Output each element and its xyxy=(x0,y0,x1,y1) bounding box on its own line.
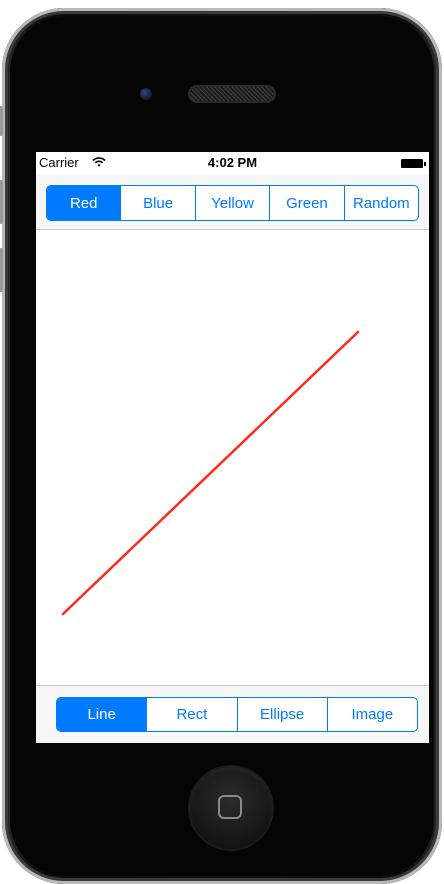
status-bar: Carrier 4:02 PM xyxy=(36,152,429,174)
segment-color-red[interactable]: Red xyxy=(47,186,121,220)
shape-segmented-control: Line Rect Ellipse Image xyxy=(56,697,418,732)
color-segmented-control: Red Blue Yellow Green Random xyxy=(46,185,419,221)
front-camera-icon xyxy=(140,88,152,100)
segment-color-yellow[interactable]: Yellow xyxy=(194,186,269,220)
home-square-icon xyxy=(218,795,242,819)
mute-switch xyxy=(0,106,3,136)
volume-up-button xyxy=(0,180,3,224)
earpiece-speaker xyxy=(190,87,274,101)
segment-shape-image[interactable]: Image xyxy=(326,698,417,731)
segment-color-random[interactable]: Random xyxy=(343,186,418,220)
drawing-canvas[interactable] xyxy=(36,230,429,685)
battery-icon xyxy=(401,159,426,168)
segment-shape-rect[interactable]: Rect xyxy=(146,698,236,731)
segment-shape-line[interactable]: Line xyxy=(57,698,147,731)
segment-color-green[interactable]: Green xyxy=(269,186,343,220)
color-toolbar: Red Blue Yellow Green Random xyxy=(36,174,429,230)
shape-toolbar: Line Rect Ellipse Image xyxy=(36,685,429,743)
segment-color-blue[interactable]: Blue xyxy=(120,186,194,220)
drawn-line xyxy=(61,330,360,616)
status-time: 4:02 PM xyxy=(207,155,258,170)
segment-shape-ellipse[interactable]: Ellipse xyxy=(236,698,327,731)
volume-down-button xyxy=(0,248,3,292)
drawing-surface xyxy=(61,330,360,616)
app-screen: Carrier 4:02 PM Red Blue Yellow Green Ra… xyxy=(36,152,429,743)
